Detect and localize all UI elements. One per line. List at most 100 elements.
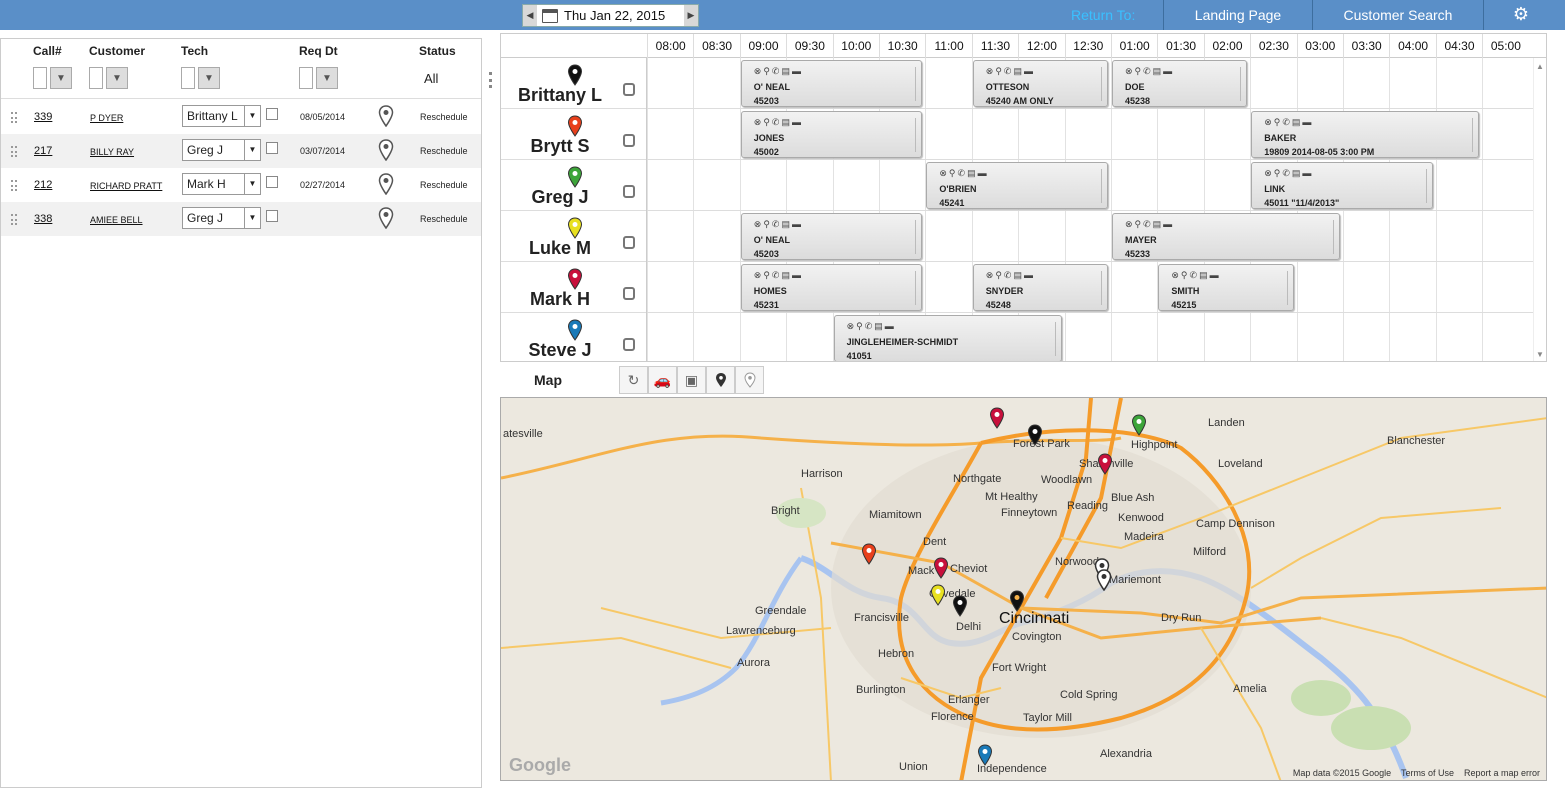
car-icon[interactable]: 🚗	[648, 366, 677, 394]
col-header-tech[interactable]: Tech	[181, 44, 208, 58]
appointment-icons[interactable]: ⊗⚲✆▤▬	[939, 168, 988, 179]
map-pin-icon[interactable]	[378, 207, 394, 229]
date-picker[interactable]: ◀ Thu Jan 22, 2015 ▶	[522, 4, 699, 27]
call-link[interactable]: 338	[34, 213, 52, 225]
truck-icon[interactable]: ▣	[677, 366, 706, 394]
appointment-block[interactable]: ⊗⚲✆▤▬ SMITH 45215	[1158, 264, 1294, 311]
terms-link[interactable]: Terms of Use	[1401, 768, 1454, 778]
resize-handle[interactable]	[1100, 271, 1103, 305]
customer-search-button[interactable]: Customer Search	[1312, 0, 1483, 30]
appointment-block[interactable]: ⊗⚲✆▤▬ O' NEAL 45203	[740, 213, 923, 260]
filter-reqdt-input[interactable]	[299, 67, 313, 89]
call-link[interactable]: 217	[34, 145, 52, 157]
appointment-block[interactable]: ⊗⚲✆▤▬ SNYDER 45248	[972, 264, 1108, 311]
truck-icon[interactable]	[623, 236, 635, 249]
resize-handle[interactable]	[1333, 220, 1335, 254]
truck-icon[interactable]	[623, 338, 635, 351]
filter-call[interactable]: ▼	[33, 67, 72, 91]
resize-handle[interactable]	[1286, 271, 1289, 305]
report-error-link[interactable]: Report a map error	[1464, 768, 1540, 778]
resize-handle[interactable]	[1054, 322, 1057, 356]
appointment-block[interactable]: ⊗⚲✆▤▬ O' NEAL 45203	[740, 60, 923, 107]
tech-pin-brittany-l[interactable]	[1027, 424, 1043, 446]
gear-icon[interactable]: ⚙	[1506, 4, 1536, 26]
call-link[interactable]: 339	[34, 111, 52, 123]
appointment-icons[interactable]: ⊗⚲✆▤▬	[1264, 168, 1313, 179]
filter-icon[interactable]: ▼	[198, 67, 220, 89]
chevron-down-icon[interactable]: ▼	[244, 106, 260, 126]
appointment-block[interactable]: ⊗⚲✆▤▬ O'BRIEN 45241	[926, 162, 1108, 209]
resize-handle[interactable]	[915, 220, 917, 254]
calendar-icon[interactable]	[542, 8, 558, 23]
appointment-icons[interactable]: ⊗⚲✆▤▬	[986, 270, 1035, 281]
appointment-icons[interactable]: ⊗⚲✆▤▬	[1125, 219, 1174, 230]
tech-select[interactable]: Greg J ▼	[182, 139, 261, 161]
tech-pin-brittany-l[interactable]	[952, 595, 968, 617]
scroll-up-icon[interactable]: ▲	[1536, 62, 1544, 71]
resize-handle[interactable]	[1240, 67, 1242, 101]
tech-pin-mark-h[interactable]	[989, 407, 1005, 429]
appointment-block[interactable]: ⊗⚲✆▤▬ LINK 45011 "11/4/2013"	[1251, 162, 1433, 209]
landing-page-button[interactable]: Landing Page	[1163, 0, 1312, 30]
tech-label[interactable]: Brytt S	[501, 109, 647, 160]
customer-link[interactable]: AMIEE BELL	[90, 215, 143, 225]
unassigned-pin[interactable]	[1096, 569, 1112, 591]
map-pin-icon[interactable]	[378, 105, 394, 127]
tech-label[interactable]: Steve J	[501, 313, 647, 361]
appointment-block[interactable]: ⊗⚲✆▤▬ BAKER 19809 2014-08-05 3:00 PM	[1251, 111, 1480, 158]
resize-handle[interactable]	[915, 118, 917, 152]
table-row[interactable]: 217 BILLY RAY Greg J ▼ 03/07/2014 Resched…	[1, 134, 481, 168]
truck-icon[interactable]	[623, 287, 635, 300]
truck-icon[interactable]	[623, 185, 635, 198]
status-filter-select[interactable]: All	[424, 71, 438, 86]
tech-pin-brytt-s[interactable]	[861, 543, 877, 565]
col-header-status[interactable]: Status	[419, 44, 456, 58]
appointment-block[interactable]: ⊗⚲✆▤▬ MAYER 45233	[1112, 213, 1340, 260]
appointment-icons[interactable]: ⊗⚲✆▤▬	[1125, 66, 1174, 77]
row-checkbox[interactable]	[266, 210, 278, 222]
col-header-customer[interactable]: Customer	[89, 44, 145, 58]
customer-link[interactable]: P DYER	[90, 113, 123, 123]
call-link[interactable]: 212	[34, 179, 52, 191]
table-row[interactable]: 212 RICHARD PRATT Mark H ▼ 02/27/2014 Res…	[1, 168, 481, 202]
filter-customer-input[interactable]	[89, 67, 103, 89]
drag-handle-icon[interactable]	[11, 146, 17, 157]
schedule-scrollbar[interactable]: ▲ ▼	[1533, 58, 1546, 361]
resize-handle[interactable]	[915, 271, 917, 305]
date-value[interactable]: Thu Jan 22, 2015	[564, 8, 684, 23]
appointment-icons[interactable]: ⊗⚲✆▤▬	[847, 321, 896, 332]
tech-label[interactable]: Greg J	[501, 160, 647, 211]
pin-outline-icon[interactable]	[735, 366, 764, 394]
refresh-icon[interactable]: ↻	[619, 366, 648, 394]
drag-handle-icon[interactable]	[11, 214, 17, 225]
tech-pin-greg-j[interactable]	[1131, 414, 1147, 436]
tech-pin-brittany-l[interactable]	[1009, 590, 1025, 612]
tech-select[interactable]: Greg J ▼	[182, 207, 261, 229]
row-checkbox[interactable]	[266, 108, 278, 120]
tech-pin-steve-j[interactable]	[977, 744, 993, 766]
splitter-handle[interactable]	[489, 72, 492, 88]
appointment-block[interactable]: ⊗⚲✆▤▬ JINGLEHEIMER-SCHMIDT 41051	[833, 315, 1062, 361]
appointment-icons[interactable]: ⊗⚲✆▤▬	[1171, 270, 1220, 281]
customer-link[interactable]: BILLY RAY	[90, 147, 134, 157]
tech-label[interactable]: Mark H	[501, 262, 647, 313]
appointment-icons[interactable]: ⊗⚲✆▤▬	[754, 219, 803, 230]
table-row[interactable]: 339 P DYER Brittany L ▼ 08/05/2014 Resche…	[1, 100, 481, 134]
appointment-block[interactable]: ⊗⚲✆▤▬ JONES 45002	[740, 111, 923, 158]
chevron-down-icon[interactable]: ▼	[244, 208, 260, 228]
filter-reqdt[interactable]: ▼	[299, 67, 338, 91]
appointment-icons[interactable]: ⊗⚲✆▤▬	[986, 66, 1035, 77]
drag-handle-icon[interactable]	[11, 180, 17, 191]
filter-tech-input[interactable]	[181, 67, 195, 89]
tech-pin-mark-h[interactable]	[1097, 453, 1113, 475]
customer-link[interactable]: RICHARD PRATT	[90, 181, 162, 191]
row-checkbox[interactable]	[266, 142, 278, 154]
filter-icon[interactable]: ▼	[106, 67, 128, 89]
truck-icon[interactable]	[623, 134, 635, 147]
appointment-icons[interactable]: ⊗⚲✆▤▬	[754, 270, 803, 281]
tech-pin-luke-m[interactable]	[930, 584, 946, 606]
chevron-down-icon[interactable]: ▼	[244, 174, 260, 194]
appointment-block[interactable]: ⊗⚲✆▤▬ DOE 45238	[1112, 60, 1248, 107]
appointment-block[interactable]: ⊗⚲✆▤▬ HOMES 45231	[740, 264, 923, 311]
row-checkbox[interactable]	[266, 176, 278, 188]
